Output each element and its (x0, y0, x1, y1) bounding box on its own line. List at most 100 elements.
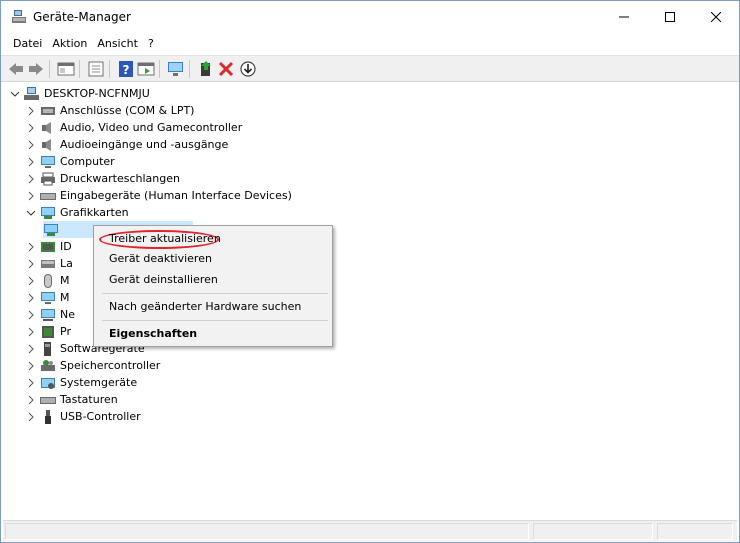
tree-category-row[interactable]: Tastaturen (25, 391, 118, 408)
console-tree-icon[interactable] (57, 60, 75, 78)
tree-item-label: Systemgeräte (60, 376, 138, 389)
chevron-right-icon[interactable] (25, 343, 37, 355)
display-adapter-icon (44, 223, 58, 236)
scan-hardware-icon[interactable] (167, 60, 185, 78)
update-driver-icon[interactable] (197, 60, 215, 78)
tree-item-label: Audioeingänge und -ausgänge (60, 138, 229, 151)
back-arrow-icon[interactable] (7, 60, 25, 78)
menu-separator (102, 320, 328, 321)
chevron-right-icon[interactable] (25, 309, 37, 321)
tree-item-label: Eingabegeräte (Human Interface Devices) (60, 189, 292, 202)
toolbar: ? (1, 55, 739, 82)
forward-arrow-icon[interactable] (27, 60, 45, 78)
download-icon[interactable] (239, 60, 257, 78)
close-button[interactable] (693, 1, 739, 33)
tree-item-label: Audio, Video und Gamecontroller (60, 121, 243, 134)
tree-item-label: USB-Controller (60, 410, 141, 423)
display-adapter-icon (41, 206, 55, 219)
tree-category-row[interactable]: Druckwarteschlangen (25, 170, 180, 187)
chevron-right-icon[interactable] (25, 411, 37, 423)
tree-root[interactable]: DESKTOP-NCFNMJU (9, 85, 150, 102)
chevron-right-icon[interactable] (25, 326, 37, 338)
minimize-icon (619, 16, 629, 18)
chevron-right-icon[interactable] (25, 173, 37, 185)
drive-icon (41, 259, 55, 268)
tree-item-label: M (60, 291, 70, 304)
toolbar-separator (49, 60, 50, 78)
chevron-down-icon[interactable] (9, 88, 21, 100)
tree-category-row[interactable]: Anschlüsse (COM & LPT) (25, 102, 194, 119)
chevron-right-icon[interactable] (25, 360, 37, 372)
properties-icon[interactable] (87, 60, 105, 78)
maximize-icon (665, 12, 675, 22)
menu-item-scan-hardware[interactable]: Nach geänderter Hardware suchen (109, 300, 301, 313)
tree-item-label: Pr (60, 325, 71, 338)
chevron-right-icon[interactable] (25, 105, 37, 117)
tree-category-row[interactable]: Audioeingänge und -ausgänge (25, 136, 228, 153)
storage-icon (41, 359, 55, 371)
port-icon (41, 106, 55, 115)
menu-help[interactable]: ? (143, 34, 159, 54)
speaker-icon (42, 121, 51, 134)
processor-icon (42, 325, 54, 338)
menu-bar: Datei Aktion Ansicht ? (1, 34, 739, 54)
status-cell (533, 523, 653, 540)
status-cell (5, 523, 529, 540)
minimize-button[interactable] (601, 1, 647, 33)
tree-category-row[interactable]: ID (25, 238, 72, 255)
chevron-right-icon[interactable] (25, 156, 37, 168)
chevron-right-icon[interactable] (25, 139, 37, 151)
tree-category-row[interactable]: Eingabegeräte (Human Interface Devices) (25, 187, 292, 204)
menu-action[interactable]: Aktion (47, 34, 92, 54)
speaker-icon (42, 138, 51, 151)
tree-category-row[interactable]: M (25, 272, 70, 289)
close-icon (711, 12, 721, 22)
tree-category-row[interactable]: Audio, Video und Gamecontroller (25, 119, 242, 136)
tree-item-label: M (60, 274, 70, 287)
status-bar (3, 520, 737, 541)
chevron-right-icon[interactable] (25, 394, 37, 406)
menu-item-properties[interactable]: Eigenschaften (109, 327, 197, 340)
chevron-right-icon[interactable] (25, 275, 37, 287)
chevron-right-icon[interactable] (25, 377, 37, 389)
tree-category-row[interactable]: M (25, 289, 70, 306)
tree-category-row[interactable]: Speichercontroller (25, 357, 160, 374)
network-icon (41, 308, 55, 321)
menu-view[interactable]: Ansicht (92, 34, 143, 54)
status-cell (657, 523, 733, 540)
tree-item-label: Speichercontroller (60, 359, 161, 372)
tree-category-row[interactable]: Grafikkarten (25, 204, 129, 221)
uninstall-icon[interactable] (217, 60, 235, 78)
chevron-right-icon[interactable] (25, 292, 37, 304)
tree-category-row[interactable]: La (25, 255, 73, 272)
printer-icon (41, 172, 55, 185)
chevron-down-icon[interactable] (25, 207, 37, 219)
menu-item-uninstall-device[interactable]: Gerät deinstallieren (109, 273, 218, 286)
device-manager-icon (12, 10, 26, 23)
software-icon (44, 341, 51, 356)
device-manager-window: Geräte-Manager Datei Aktion Ansicht ? ? … (0, 0, 740, 543)
action-pane-icon[interactable] (137, 60, 155, 78)
tree-category-row[interactable]: Ne (25, 306, 75, 323)
tree-category-row[interactable]: Pr (25, 323, 71, 340)
menu-item-update-driver[interactable]: Treiber aktualisieren (109, 232, 221, 245)
menu-item-disable-device[interactable]: Gerät deaktivieren (109, 252, 212, 265)
help-icon[interactable]: ? (117, 60, 135, 78)
monitor-icon (41, 291, 55, 304)
computer-icon (24, 86, 39, 100)
chevron-right-icon[interactable] (25, 258, 37, 270)
mouse-icon (44, 273, 52, 288)
chevron-right-icon[interactable] (25, 122, 37, 134)
chevron-right-icon[interactable] (25, 190, 37, 202)
usb-icon (45, 409, 51, 424)
tree-item-label: ID (60, 240, 72, 253)
tree-item-label: Computer (60, 155, 115, 168)
tree-category-row[interactable]: Computer (25, 153, 115, 170)
monitor-icon (41, 155, 55, 168)
menu-file[interactable]: Datei (8, 34, 47, 54)
ide-icon (41, 241, 55, 252)
tree-category-row[interactable]: Systemgeräte (25, 374, 137, 391)
maximize-button[interactable] (647, 1, 693, 33)
tree-category-row[interactable]: USB-Controller (25, 408, 141, 425)
chevron-right-icon[interactable] (25, 241, 37, 253)
